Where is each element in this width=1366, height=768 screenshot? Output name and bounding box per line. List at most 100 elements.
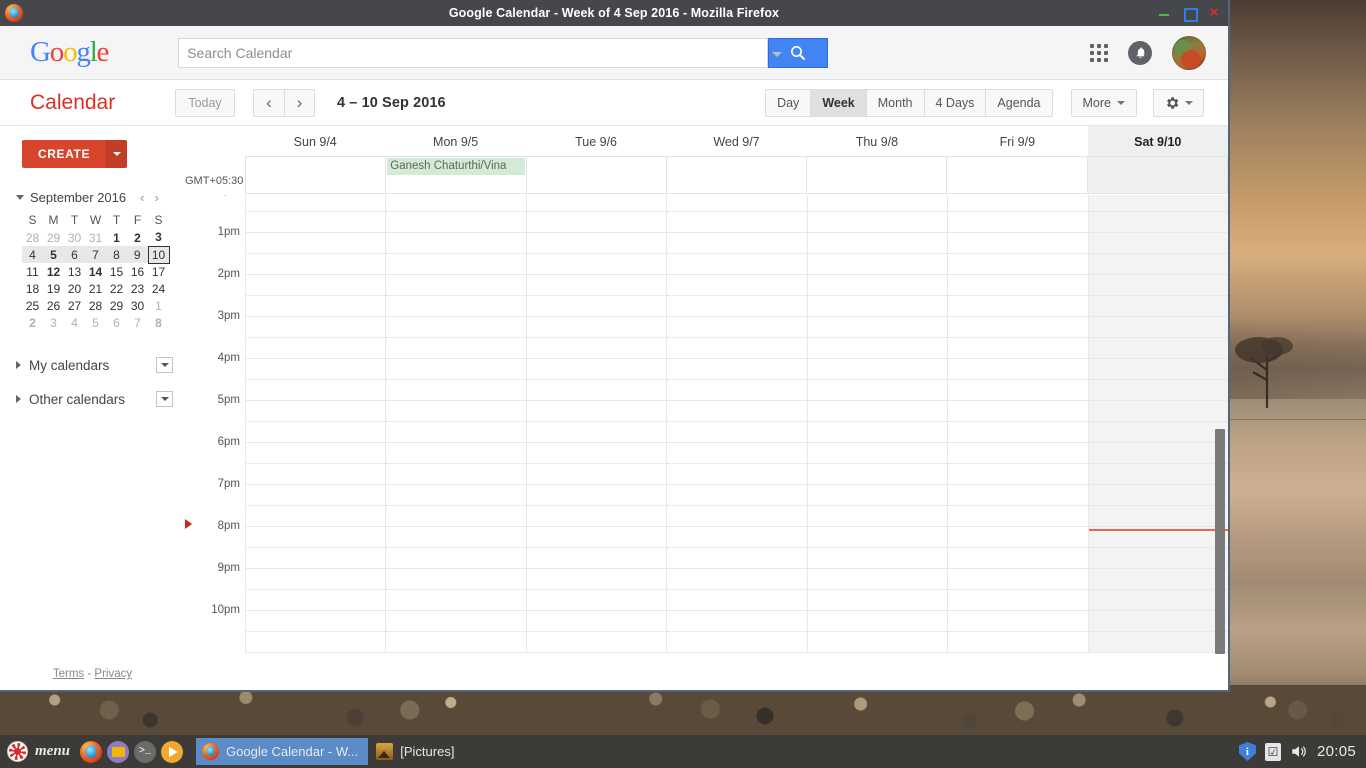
quicklaunch-terminal-icon[interactable]: >_ <box>134 740 157 763</box>
view-agenda-button[interactable]: Agenda <box>985 88 1053 117</box>
avatar[interactable] <box>1172 35 1206 70</box>
mini-calendar-day[interactable]: 22 <box>106 280 127 297</box>
hour-cell[interactable] <box>1088 569 1228 611</box>
hour-cell[interactable] <box>948 275 1088 317</box>
mini-calendar-day[interactable]: 8 <box>148 314 169 331</box>
hour-cell[interactable] <box>1088 527 1228 569</box>
hour-cell[interactable] <box>807 569 948 611</box>
mini-calendar-day[interactable]: 7 <box>127 314 148 331</box>
hour-cell[interactable] <box>667 611 808 653</box>
mini-calendar-day[interactable]: 3 <box>43 314 64 331</box>
mini-calendar-day[interactable]: 13 <box>64 263 85 280</box>
mini-calendar-day[interactable]: 20 <box>64 280 85 297</box>
mini-calendar-day[interactable]: 21 <box>85 280 106 297</box>
view-month-button[interactable]: Month <box>865 88 924 117</box>
mini-calendar-day[interactable]: 8 <box>106 246 127 263</box>
hour-cell[interactable] <box>386 569 527 611</box>
mini-calendar-day[interactable]: 16 <box>127 263 148 280</box>
hour-cell[interactable] <box>807 359 948 401</box>
hour-cell[interactable] <box>246 611 386 653</box>
hour-cell[interactable] <box>1088 485 1228 527</box>
mini-calendar-day[interactable]: 28 <box>85 297 106 314</box>
settings-button[interactable] <box>1153 88 1204 117</box>
mini-calendar-day[interactable]: 14 <box>85 263 106 280</box>
hour-cell[interactable] <box>526 485 667 527</box>
hour-cell[interactable] <box>667 569 808 611</box>
minimize-icon[interactable] <box>1158 7 1170 19</box>
hour-cell[interactable] <box>526 443 667 485</box>
mini-prev-month-button[interactable]: ‹ <box>140 190 144 205</box>
create-button[interactable]: CREATE <box>22 140 107 168</box>
hour-cell[interactable] <box>807 527 948 569</box>
hour-cell[interactable] <box>386 233 527 275</box>
taskbar-window-pictures[interactable]: [Pictures] <box>370 738 464 765</box>
day-column[interactable] <box>947 195 1088 653</box>
other-calendars-dropdown-button[interactable] <box>156 391 173 407</box>
mini-calendar-day[interactable]: 30 <box>64 229 85 246</box>
hour-cell[interactable] <box>386 401 527 443</box>
all-day-cell[interactable] <box>946 156 1087 194</box>
hour-cell[interactable] <box>948 401 1088 443</box>
hour-cell[interactable] <box>948 359 1088 401</box>
hour-cell[interactable] <box>526 569 667 611</box>
hour-cell[interactable] <box>386 317 527 359</box>
info-shield-icon[interactable]: i <box>1238 742 1256 761</box>
hour-cell[interactable] <box>667 401 808 443</box>
day-column[interactable] <box>666 195 808 653</box>
mini-calendar-day[interactable]: 2 <box>127 229 148 246</box>
all-day-cell[interactable] <box>525 156 666 194</box>
day-header[interactable]: Fri 9/9 <box>947 126 1087 156</box>
hour-cell[interactable] <box>246 195 386 233</box>
hour-cell[interactable] <box>948 569 1088 611</box>
mini-calendar-day[interactable]: 4 <box>64 314 85 331</box>
hour-cell[interactable] <box>1088 401 1228 443</box>
mini-calendar-day[interactable]: 25 <box>22 297 43 314</box>
mini-calendar-day[interactable]: 26 <box>43 297 64 314</box>
mini-calendar-day[interactable]: 2 <box>22 314 43 331</box>
mini-calendar-day[interactable]: 18 <box>22 280 43 297</box>
hour-cell[interactable] <box>386 195 527 233</box>
mini-calendar-day[interactable]: 29 <box>106 297 127 314</box>
mini-calendar-day[interactable]: 29 <box>43 229 64 246</box>
hour-cell[interactable] <box>667 443 808 485</box>
quicklaunch-firefox-icon[interactable] <box>80 740 103 763</box>
hour-cell[interactable] <box>526 233 667 275</box>
hour-cell[interactable] <box>667 485 808 527</box>
maximize-icon[interactable] <box>1183 7 1198 22</box>
hour-cell[interactable] <box>807 485 948 527</box>
hour-cell[interactable] <box>948 195 1088 233</box>
hour-cell[interactable] <box>667 359 808 401</box>
mini-calendar-day[interactable]: 3 <box>148 229 169 246</box>
search-input[interactable] <box>178 37 769 68</box>
bell-icon[interactable] <box>1128 40 1152 65</box>
hour-cell[interactable] <box>386 275 527 317</box>
hour-cell[interactable] <box>246 359 386 401</box>
hour-cell[interactable] <box>1088 233 1228 275</box>
view-4days-button[interactable]: 4 Days <box>923 88 986 117</box>
mini-calendar-day[interactable]: 5 <box>85 314 106 331</box>
hour-cell[interactable] <box>526 527 667 569</box>
hour-cell[interactable] <box>1088 275 1228 317</box>
all-day-event[interactable]: Ganesh Chaturthi/Vina <box>387 158 525 175</box>
mini-calendar-day[interactable]: 9 <box>127 246 148 263</box>
all-day-cell[interactable] <box>1086 156 1228 194</box>
hour-cell[interactable] <box>1088 317 1228 359</box>
hour-cell[interactable] <box>807 611 948 653</box>
mini-calendar-day[interactable]: 30 <box>127 297 148 314</box>
terms-link[interactable]: Terms <box>53 668 84 680</box>
hour-cell[interactable] <box>667 195 808 233</box>
view-day-button[interactable]: Day <box>765 88 811 117</box>
search-dropdown-caret-icon[interactable] <box>772 52 782 57</box>
day-header[interactable]: Wed 9/7 <box>666 126 806 156</box>
hour-cell[interactable] <box>386 611 527 653</box>
day-header[interactable]: Thu 9/8 <box>807 126 947 156</box>
hour-cell[interactable] <box>1088 443 1228 485</box>
start-menu-button[interactable]: menu <box>0 735 80 768</box>
mini-calendar-day[interactable]: 5 <box>43 246 64 263</box>
hour-cell[interactable] <box>948 317 1088 359</box>
sidebar-section-other-calendars[interactable]: Other calendars <box>16 391 185 407</box>
hour-cell[interactable] <box>246 527 386 569</box>
hour-cell[interactable] <box>246 275 386 317</box>
mini-calendar-day[interactable]: 17 <box>148 263 169 280</box>
mini-calendar-day[interactable]: 6 <box>64 246 85 263</box>
